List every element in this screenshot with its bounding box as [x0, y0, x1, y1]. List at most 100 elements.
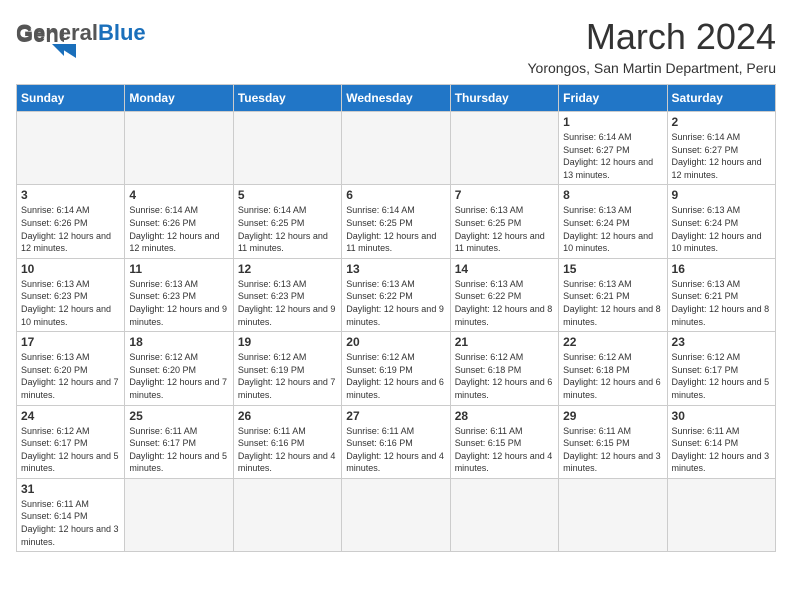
- calendar-cell: 24 Sunrise: 6:12 AM Sunset: 6:17 PM Dayli…: [17, 405, 125, 478]
- month-title: March 2024: [527, 16, 776, 58]
- calendar-cell: 25Sunrise: 6:11 AM Sunset: 6:17 PM Dayli…: [125, 405, 233, 478]
- day-info: Sunrise: 6:11 AM Sunset: 6:16 PM Dayligh…: [346, 425, 445, 475]
- calendar-cell: [17, 112, 125, 185]
- calendar-cell: 16 Sunrise: 6:13 AM Sunset: 6:21 PM Dayli…: [667, 258, 775, 331]
- week-row-1: 1Sunrise: 6:14 AM Sunset: 6:27 PM Daylig…: [17, 112, 776, 185]
- day-info: Sunrise: 6:12 AM Sunset: 6:18 PM Dayligh…: [455, 351, 554, 401]
- day-info: Sunrise: 6:13 AM Sunset: 6:23 PM Dayligh…: [21, 278, 120, 328]
- day-info: Sunrise: 6:14 AM Sunset: 6:25 PM Dayligh…: [238, 204, 337, 254]
- calendar-cell: [559, 478, 667, 551]
- day-number: 3: [21, 188, 120, 202]
- calendar-cell: 14Sunrise: 6:13 AM Sunset: 6:22 PM Dayli…: [450, 258, 558, 331]
- day-info: Sunrise: 6:11 AM Sunset: 6:14 PM Dayligh…: [672, 425, 771, 475]
- location-title: Yorongos, San Martin Department, Peru: [527, 60, 776, 76]
- calendar-cell: 9Sunrise: 6:13 AM Sunset: 6:24 PM Daylig…: [667, 185, 775, 258]
- day-number: 6: [346, 188, 445, 202]
- calendar-cell: 21Sunrise: 6:12 AM Sunset: 6:18 PM Dayli…: [450, 332, 558, 405]
- day-number: 17: [21, 335, 120, 349]
- day-info: Sunrise: 6:11 AM Sunset: 6:17 PM Dayligh…: [129, 425, 228, 475]
- day-number: 11: [129, 262, 228, 276]
- week-row-5: 24 Sunrise: 6:12 AM Sunset: 6:17 PM Dayli…: [17, 405, 776, 478]
- week-row-4: 17 Sunrise: 6:13 AM Sunset: 6:20 PM Dayli…: [17, 332, 776, 405]
- day-number: 20: [346, 335, 445, 349]
- day-info: Sunrise: 6:12 AM Sunset: 6:18 PM Dayligh…: [563, 351, 662, 401]
- calendar-cell: 4Sunrise: 6:14 AM Sunset: 6:26 PM Daylig…: [125, 185, 233, 258]
- day-number: 8: [563, 188, 662, 202]
- calendar-cell: 5Sunrise: 6:14 AM Sunset: 6:25 PM Daylig…: [233, 185, 341, 258]
- calendar-cell: [667, 478, 775, 551]
- day-info: Sunrise: 6:14 AM Sunset: 6:26 PM Dayligh…: [21, 204, 120, 254]
- day-info: Sunrise: 6:13 AM Sunset: 6:25 PM Dayligh…: [455, 204, 554, 254]
- calendar-cell: 12Sunrise: 6:13 AM Sunset: 6:23 PM Dayli…: [233, 258, 341, 331]
- calendar-cell: 6Sunrise: 6:14 AM Sunset: 6:25 PM Daylig…: [342, 185, 450, 258]
- day-info: Sunrise: 6:12 AM Sunset: 6:17 PM Dayligh…: [672, 351, 771, 401]
- calendar-cell: 27 Sunrise: 6:11 AM Sunset: 6:16 PM Dayli…: [342, 405, 450, 478]
- calendar-cell: 10 Sunrise: 6:13 AM Sunset: 6:23 PM Dayli…: [17, 258, 125, 331]
- day-info: Sunrise: 6:13 AM Sunset: 6:20 PM Dayligh…: [21, 351, 120, 401]
- day-info: Sunrise: 6:11 AM Sunset: 6:16 PM Dayligh…: [238, 425, 337, 475]
- calendar-cell: [342, 112, 450, 185]
- calendar-cell: 31 Sunrise: 6:11 AM Sunset: 6:14 PM Dayli…: [17, 478, 125, 551]
- day-number: 30: [672, 409, 771, 423]
- calendar-cell: 29 Sunrise: 6:11 AM Sunset: 6:15 PM Dayli…: [559, 405, 667, 478]
- calendar-cell: 23 Sunrise: 6:12 AM Sunset: 6:17 PM Dayli…: [667, 332, 775, 405]
- calendar-cell: 1Sunrise: 6:14 AM Sunset: 6:27 PM Daylig…: [559, 112, 667, 185]
- calendar-cell: 15 Sunrise: 6:13 AM Sunset: 6:21 PM Dayli…: [559, 258, 667, 331]
- day-info: Sunrise: 6:11 AM Sunset: 6:14 PM Dayligh…: [21, 498, 120, 548]
- day-info: Sunrise: 6:13 AM Sunset: 6:21 PM Dayligh…: [672, 278, 771, 328]
- logo: General GeneralBlue: [16, 16, 146, 58]
- week-row-3: 10 Sunrise: 6:13 AM Sunset: 6:23 PM Dayli…: [17, 258, 776, 331]
- header-tuesday: Tuesday: [233, 85, 341, 112]
- calendar-cell: [125, 478, 233, 551]
- day-number: 16: [672, 262, 771, 276]
- header-monday: Monday: [125, 85, 233, 112]
- day-number: 27: [346, 409, 445, 423]
- day-number: 31: [21, 482, 120, 496]
- header-thursday: Thursday: [450, 85, 558, 112]
- day-info: Sunrise: 6:11 AM Sunset: 6:15 PM Dayligh…: [455, 425, 554, 475]
- day-number: 4: [129, 188, 228, 202]
- calendar-cell: 19 Sunrise: 6:12 AM Sunset: 6:19 PM Dayli…: [233, 332, 341, 405]
- day-info: Sunrise: 6:13 AM Sunset: 6:21 PM Dayligh…: [563, 278, 662, 328]
- day-info: Sunrise: 6:12 AM Sunset: 6:20 PM Dayligh…: [129, 351, 228, 401]
- day-info: Sunrise: 6:13 AM Sunset: 6:22 PM Dayligh…: [346, 278, 445, 328]
- title-area: March 2024 Yorongos, San Martin Departme…: [527, 16, 776, 76]
- calendar-table: SundayMondayTuesdayWednesdayThursdayFrid…: [16, 84, 776, 552]
- day-number: 23: [672, 335, 771, 349]
- day-info: Sunrise: 6:13 AM Sunset: 6:24 PM Dayligh…: [563, 204, 662, 254]
- header-wednesday: Wednesday: [342, 85, 450, 112]
- day-number: 2: [672, 115, 771, 129]
- day-number: 29: [563, 409, 662, 423]
- day-number: 7: [455, 188, 554, 202]
- calendar-cell: 3 Sunrise: 6:14 AM Sunset: 6:26 PM Daylig…: [17, 185, 125, 258]
- calendar-cell: 7 Sunrise: 6:13 AM Sunset: 6:25 PM Daylig…: [450, 185, 558, 258]
- calendar-cell: 22 Sunrise: 6:12 AM Sunset: 6:18 PM Dayli…: [559, 332, 667, 405]
- day-number: 22: [563, 335, 662, 349]
- day-number: 15: [563, 262, 662, 276]
- calendar-cell: 8 Sunrise: 6:13 AM Sunset: 6:24 PM Daylig…: [559, 185, 667, 258]
- calendar-cell: 11Sunrise: 6:13 AM Sunset: 6:23 PM Dayli…: [125, 258, 233, 331]
- day-info: Sunrise: 6:11 AM Sunset: 6:15 PM Dayligh…: [563, 425, 662, 475]
- calendar-cell: 28Sunrise: 6:11 AM Sunset: 6:15 PM Dayli…: [450, 405, 558, 478]
- day-number: 24: [21, 409, 120, 423]
- day-info: Sunrise: 6:12 AM Sunset: 6:17 PM Dayligh…: [21, 425, 120, 475]
- week-row-6: 31 Sunrise: 6:11 AM Sunset: 6:14 PM Dayli…: [17, 478, 776, 551]
- day-info: Sunrise: 6:14 AM Sunset: 6:27 PM Dayligh…: [563, 131, 662, 181]
- calendar-cell: 30 Sunrise: 6:11 AM Sunset: 6:14 PM Dayli…: [667, 405, 775, 478]
- calendar-cell: [342, 478, 450, 551]
- calendar-cell: 26Sunrise: 6:11 AM Sunset: 6:16 PM Dayli…: [233, 405, 341, 478]
- day-info: Sunrise: 6:12 AM Sunset: 6:19 PM Dayligh…: [238, 351, 337, 401]
- day-number: 14: [455, 262, 554, 276]
- day-number: 10: [21, 262, 120, 276]
- page-header: General GeneralBlue March 2024 Yorongos,…: [16, 16, 776, 76]
- calendar-cell: 2Sunrise: 6:14 AM Sunset: 6:27 PM Daylig…: [667, 112, 775, 185]
- day-number: 12: [238, 262, 337, 276]
- day-number: 9: [672, 188, 771, 202]
- day-number: 19: [238, 335, 337, 349]
- calendar-cell: [233, 478, 341, 551]
- header-saturday: Saturday: [667, 85, 775, 112]
- calendar-cell: [233, 112, 341, 185]
- logo-blue-text: Blue: [98, 20, 146, 45]
- calendar-cell: 13Sunrise: 6:13 AM Sunset: 6:22 PM Dayli…: [342, 258, 450, 331]
- header-sunday: Sunday: [17, 85, 125, 112]
